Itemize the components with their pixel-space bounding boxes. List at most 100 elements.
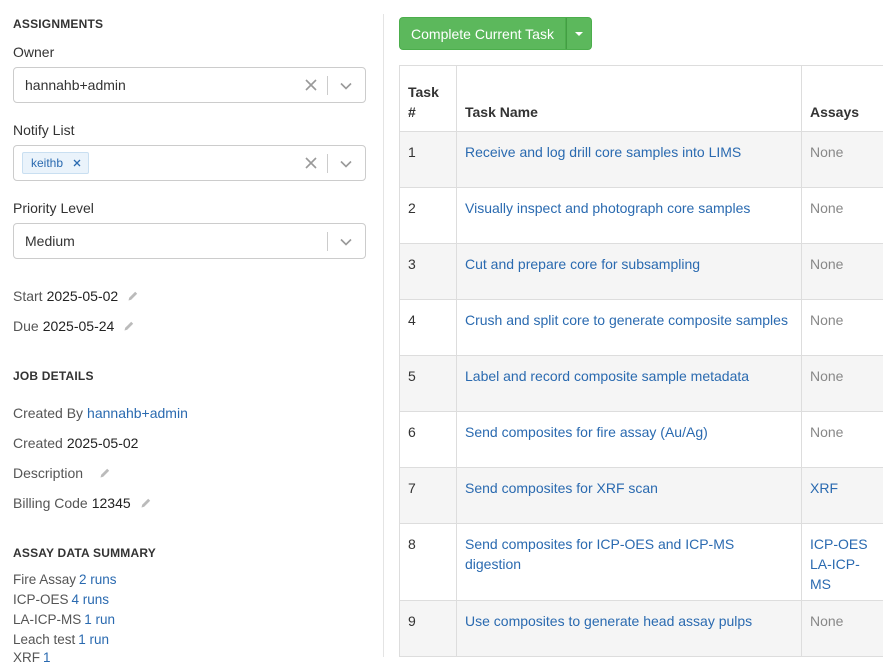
clear-icon[interactable]: [304, 76, 318, 94]
chevron-down-icon[interactable]: [339, 157, 353, 171]
caret-down-icon: [575, 32, 583, 36]
assignments-section-title: ASSIGNMENTS: [13, 17, 103, 31]
assay-summary-item: XRF1: [13, 650, 51, 665]
assay-summary-item: ICP-OES4 runs: [13, 592, 109, 607]
task-name-link[interactable]: Receive and log drill core samples into …: [457, 132, 802, 188]
assay-summary-item: LA-ICP-MS1 run: [13, 612, 115, 627]
table-row: 8 Send composites for ICP-OES and ICP-MS…: [400, 524, 883, 601]
description-row: Description: [13, 465, 111, 481]
panel-divider: [383, 14, 384, 657]
task-assays: None: [802, 132, 883, 188]
due-date-label: Due: [13, 318, 39, 334]
task-name-link[interactable]: Send composites for fire assay (Au/Ag): [457, 412, 802, 468]
assay-summary-runs-link[interactable]: 1 run: [78, 632, 109, 647]
tasks-table-header-row: Task # Task Name Assays: [400, 66, 883, 132]
due-date-value: 2025-05-24: [43, 318, 115, 334]
assay-summary-runs-link[interactable]: 2 runs: [79, 572, 117, 587]
task-name-header[interactable]: Task Name: [457, 66, 802, 132]
start-date-row: Start2025-05-02: [13, 288, 139, 304]
assay-summary-label: Fire Assay: [13, 572, 76, 587]
billing-code-value: 12345: [92, 495, 131, 511]
complete-current-task-button[interactable]: Complete Current Task: [399, 17, 566, 50]
complete-task-dropdown-toggle[interactable]: [566, 17, 592, 50]
task-number: 9: [400, 601, 457, 657]
table-row: 5 Label and record composite sample meta…: [400, 356, 883, 412]
table-row: 6 Send composites for fire assay (Au/Ag)…: [400, 412, 883, 468]
task-name-link[interactable]: Cut and prepare core for subsampling: [457, 244, 802, 300]
created-by-link[interactable]: hannahb+admin: [87, 405, 188, 421]
table-row: 9 Use composites to generate head assay …: [400, 601, 883, 657]
assay-summary-label: XRF: [13, 650, 40, 665]
owner-select[interactable]: hannahb+admin: [13, 67, 366, 103]
assay-summary-label: Leach test: [13, 632, 75, 647]
created-value: 2025-05-02: [67, 435, 139, 451]
select-separator: [327, 76, 328, 95]
created-row: Created2025-05-02: [13, 435, 138, 451]
assay-summary-section-title: ASSAY DATA SUMMARY: [13, 546, 156, 560]
notify-list-select[interactable]: keithb: [13, 145, 366, 181]
created-by-label: Created By: [13, 405, 83, 421]
priority-level-label: Priority Level: [13, 200, 94, 216]
task-assay-link[interactable]: XRF: [802, 468, 883, 524]
pencil-icon[interactable]: [123, 320, 135, 332]
task-name-link[interactable]: Send composites for XRF scan: [457, 468, 802, 524]
notify-list-label: Notify List: [13, 122, 74, 138]
job-details-section-title: JOB DETAILS: [13, 369, 94, 383]
notify-tag-label: keithb: [31, 156, 63, 170]
task-assays: None: [802, 188, 883, 244]
table-row: 1 Receive and log drill core samples int…: [400, 132, 883, 188]
assay-summary-item: Fire Assay2 runs: [13, 572, 117, 587]
chevron-down-icon[interactable]: [339, 235, 353, 249]
notify-tag-keithb: keithb: [22, 152, 89, 174]
task-number: 6: [400, 412, 457, 468]
pencil-icon[interactable]: [127, 290, 139, 302]
priority-level-select[interactable]: Medium: [13, 223, 366, 259]
task-assays: None: [802, 300, 883, 356]
select-separator: [327, 232, 328, 251]
task-assays: None: [802, 356, 883, 412]
tasks-table: Task # Task Name Assays 1 Receive and lo…: [399, 65, 883, 657]
task-name-link[interactable]: Crush and split core to generate composi…: [457, 300, 802, 356]
assay-summary-runs-link[interactable]: 1: [43, 650, 51, 665]
task-number: 2: [400, 188, 457, 244]
task-name-link[interactable]: Label and record composite sample metada…: [457, 356, 802, 412]
created-label: Created: [13, 435, 63, 451]
job-sidebar: ASSIGNMENTS Owner hannahb+admin Notify L…: [13, 0, 368, 657]
task-number: 7: [400, 468, 457, 524]
task-assays: None: [802, 601, 883, 657]
task-number: 4: [400, 300, 457, 356]
due-date-row: Due2025-05-24: [13, 318, 135, 334]
start-date-label: Start: [13, 288, 43, 304]
owner-value: hannahb+admin: [25, 77, 126, 93]
created-by-row: Created Byhannahb+admin: [13, 405, 188, 421]
pencil-icon[interactable]: [99, 467, 111, 479]
owner-label: Owner: [13, 44, 54, 60]
task-name-link[interactable]: Send composites for ICP-OES and ICP-MS d…: [457, 524, 802, 601]
task-name-link[interactable]: Use composites to generate head assay pu…: [457, 601, 802, 657]
start-date-value: 2025-05-02: [47, 288, 119, 304]
description-label: Description: [13, 465, 83, 481]
task-name-link[interactable]: Visually inspect and photograph core sam…: [457, 188, 802, 244]
remove-tag-icon[interactable]: [73, 159, 81, 167]
task-number: 3: [400, 244, 457, 300]
pencil-icon[interactable]: [140, 497, 152, 509]
table-row: 2 Visually inspect and photograph core s…: [400, 188, 883, 244]
assay-summary-runs-link[interactable]: 1 run: [84, 612, 115, 627]
task-assays: None: [802, 244, 883, 300]
task-number: 8: [400, 524, 457, 601]
assay-summary-label: ICP-OES: [13, 592, 69, 607]
task-number-header[interactable]: Task #: [400, 66, 457, 132]
table-row: 7 Send composites for XRF scan XRF: [400, 468, 883, 524]
chevron-down-icon[interactable]: [339, 79, 353, 93]
assays-header[interactable]: Assays: [802, 66, 883, 132]
table-row: 4 Crush and split core to generate compo…: [400, 300, 883, 356]
task-number: 1: [400, 132, 457, 188]
assay-summary-runs-link[interactable]: 4 runs: [72, 592, 110, 607]
task-assay-link[interactable]: ICP-OES LA-ICP-MS: [802, 524, 883, 601]
task-number: 5: [400, 356, 457, 412]
clear-icon[interactable]: [304, 154, 318, 172]
billing-code-label: Billing Code: [13, 495, 88, 511]
select-separator: [327, 154, 328, 173]
billing-code-row: Billing Code12345: [13, 495, 152, 511]
tasks-table-container: Task # Task Name Assays 1 Receive and lo…: [399, 65, 883, 657]
